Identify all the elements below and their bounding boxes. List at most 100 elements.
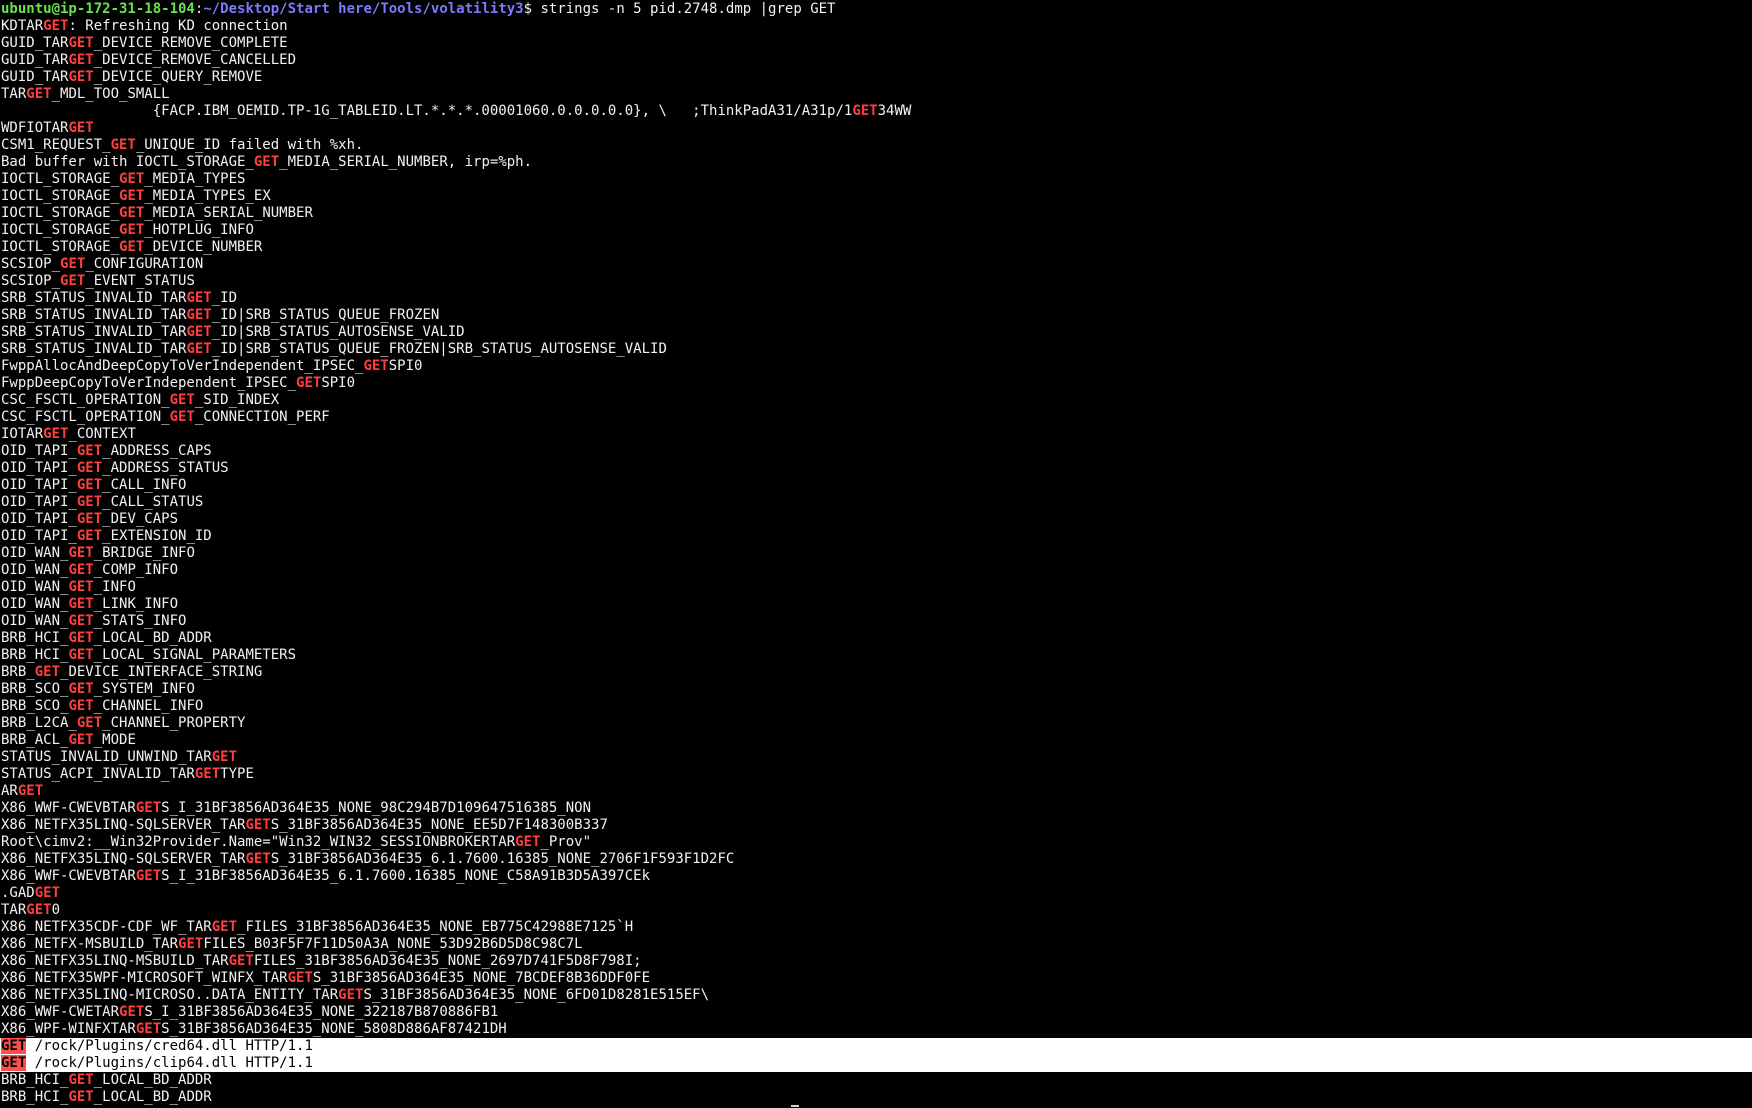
grep-match-highlight: GET xyxy=(68,698,94,714)
output-line: OID_TAPI_GET_EXTENSION_ID xyxy=(0,528,1752,545)
output-text-before-match: IOCTL_STORAGE_ xyxy=(1,188,120,204)
grep-match-highlight: GET xyxy=(178,936,204,952)
output-line: CSM1_REQUEST_GET_UNIQUE_ID failed with %… xyxy=(0,137,1752,154)
output-text-before-match: X86_NETFX-MSBUILD_TAR xyxy=(1,936,179,952)
output-text-before-match: BRB_SCO_ xyxy=(1,698,69,714)
grep-match-highlight: GET xyxy=(135,800,162,816)
output-line: FwppDeepCopyToVerIndependent_IPSEC_GETSP… xyxy=(0,375,1752,392)
output-text-before-match: TAR xyxy=(1,902,27,918)
grep-match-highlight: GET xyxy=(211,749,238,765)
output-text-after-match: _COMP_INFO xyxy=(93,562,179,578)
output-text-after-match: _FILES_31BF3856AD364E35_NONE_EB775C42988… xyxy=(237,919,634,935)
output-line: CSC_FSCTL_OPERATION_GET_SID_INDEX xyxy=(0,392,1752,409)
grep-match-highlight: GET xyxy=(68,579,94,595)
output-line: BRB_HCI_GET_LOCAL_BD_ADDR xyxy=(0,1072,1752,1089)
output-line: IOCTL_STORAGE_GET_MEDIA_TYPES_EX xyxy=(0,188,1752,205)
output-text-before-match: BRB_HCI_ xyxy=(1,1089,69,1105)
output-text-after-match: SPI0 xyxy=(321,375,356,391)
command-prompt-line: ubuntu@ip-172-31-18-104:~/Desktop/Start … xyxy=(0,1,1752,18)
output-text-after-match: _CALL_INFO xyxy=(102,477,187,493)
output-text-after-match: _CHANNEL_INFO xyxy=(93,698,204,714)
grep-match-highlight: GET xyxy=(186,341,212,357)
grep-match-highlight: GET xyxy=(60,256,86,272)
output-text-after-match: TYPE xyxy=(220,766,254,782)
output-line: KDTARGET: Refreshing KD connection xyxy=(0,18,1752,35)
grep-match-highlight: GET xyxy=(135,1021,162,1037)
grep-match-highlight: GET xyxy=(245,851,271,867)
grep-match-highlight: GET xyxy=(253,154,280,170)
output-line: OID_TAPI_GET_DEV_CAPS xyxy=(0,511,1752,528)
grep-match-highlight: GET xyxy=(228,953,254,969)
output-line: {FACP.IBM_OEMID.TP-1G_TABLEID.LT.*.*.*.0… xyxy=(0,103,1752,120)
command-output: KDTARGET: Refreshing KD connection GUID_T… xyxy=(0,18,1752,1106)
grep-match-highlight: GET xyxy=(68,120,94,136)
grep-match-highlight: GET xyxy=(17,783,44,799)
output-text-after-match: _LOCAL_BD_ADDR xyxy=(93,1072,212,1088)
grep-match-highlight: GET xyxy=(186,290,212,306)
output-text-after-match: S_31BF3856AD364E35_NONE_5808D886AF87421D… xyxy=(161,1021,507,1037)
terminal-window[interactable]: ubuntu@ip-172-31-18-104:~/Desktop/Start … xyxy=(0,1,1752,1108)
output-text-before-match: X86_WWF-CWEVBTAR xyxy=(1,868,136,884)
output-line: GUID_TARGET_DEVICE_REMOVE_COMPLETE xyxy=(0,35,1752,52)
grep-match-highlight: GET xyxy=(169,392,195,408)
output-line: CSC_FSCTL_OPERATION_GET_CONNECTION_PERF xyxy=(0,409,1752,426)
output-text-after-match: SPI0 xyxy=(388,358,423,374)
output-text-after-match: _BRIDGE_INFO xyxy=(93,545,195,561)
output-text-after-match: _HOTPLUG_INFO xyxy=(144,222,254,238)
output-text-after-match: _LOCAL_BD_ADDR xyxy=(93,1089,212,1105)
output-text-after-match: _ADDRESS_STATUS xyxy=(102,460,229,476)
output-line: BRB_SCO_GET_CHANNEL_INFO xyxy=(0,698,1752,715)
output-line: .GADGET xyxy=(0,885,1752,902)
grep-match-highlight: GET xyxy=(186,324,212,340)
output-line: OID_TAPI_GET_ADDRESS_CAPS xyxy=(0,443,1752,460)
output-line: OID_WAN_GET_BRIDGE_INFO xyxy=(0,545,1752,562)
output-text-after-match: _DEVICE_REMOVE_CANCELLED xyxy=(93,52,297,68)
output-text-before-match: FwppDeepCopyToVerIndependent_IPSEC_ xyxy=(1,375,297,391)
output-text-after-match: _ID|SRB_STATUS_AUTOSENSE_VALID xyxy=(211,324,465,340)
output-text-before-match: .GAD xyxy=(1,885,35,901)
grep-match-highlight: GET xyxy=(68,630,94,646)
output-text-before-match: AR xyxy=(1,783,18,799)
output-text-after-match: _CONFIGURATION xyxy=(85,256,204,272)
output-text-after-match: /rock/Plugins/clip64.dll HTTP/1.1 xyxy=(26,1055,313,1071)
output-text-before-match: Root\cimv2:__Win32Provider.Name="Win32_W… xyxy=(1,834,516,850)
command-text: strings -n 5 pid.2748.dmp |grep GET xyxy=(540,1,836,17)
output-line: X86_NETFX35LINQ-MICROSO..DATA_ENTITY_TAR… xyxy=(0,987,1752,1004)
output-text-after-match: S_31BF3856AD364E35_NONE_EE5D7F148300B337 xyxy=(270,817,608,833)
output-text-after-match: _MEDIA_TYPES_EX xyxy=(144,188,271,204)
output-line: GUID_TARGET_DEVICE_QUERY_REMOVE xyxy=(0,69,1752,86)
output-text-after-match: S_I_31BF3856AD364E35_6.1.7600.16385_NONE… xyxy=(161,868,651,884)
output-text-after-match: _LINK_INFO xyxy=(93,596,179,612)
output-text-after-match: _MEDIA_SERIAL_NUMBER xyxy=(144,205,313,221)
output-text-after-match: _MODE xyxy=(93,732,136,748)
grep-match-highlight: GET xyxy=(68,69,94,85)
output-text-before-match: BRB_HCI_ xyxy=(1,647,69,663)
grep-match-highlight: GET xyxy=(135,868,162,884)
output-line: SRB_STATUS_INVALID_TARGET_ID|SRB_STATUS_… xyxy=(0,324,1752,341)
grep-match-highlight: GET xyxy=(68,35,94,51)
output-text-after-match: _DEVICE_REMOVE_COMPLETE xyxy=(93,35,288,51)
output-text-after-match: _SID_INDEX xyxy=(194,392,280,408)
output-line: WDFIOTARGET xyxy=(0,120,1752,137)
output-text-before-match: SRB_STATUS_INVALID_TAR xyxy=(1,290,187,306)
output-line: OID_TAPI_GET_ADDRESS_STATUS xyxy=(0,460,1752,477)
output-text-before-match: BRB_ACL_ xyxy=(1,732,69,748)
output-line: STATUS_INVALID_UNWIND_TARGET xyxy=(0,749,1752,766)
output-text-before-match: FwppAllocAndDeepCopyToVerIndependent_IPS… xyxy=(1,358,364,374)
grep-match-highlight: GET xyxy=(186,307,212,323)
output-text-after-match: _ID|SRB_STATUS_QUEUE_FROZEN|SRB_STATUS_A… xyxy=(211,341,667,357)
grep-match-highlight: GET xyxy=(119,205,145,221)
output-text-before-match: GUID_TAR xyxy=(1,69,69,85)
output-text-after-match: _DEVICE_NUMBER xyxy=(144,239,263,255)
grep-match-highlight: GET xyxy=(119,188,145,204)
output-text-after-match: _CALL_STATUS xyxy=(102,494,204,510)
output-text-before-match: OID_TAPI_ xyxy=(1,511,77,527)
output-text-before-match: OID_TAPI_ xyxy=(1,443,77,459)
grep-match-highlight: GET xyxy=(515,834,541,850)
output-line: BRB_GET_DEVICE_INTERFACE_STRING xyxy=(0,664,1752,681)
output-text-before-match: OID_WAN_ xyxy=(1,579,69,595)
output-text-before-match: IOTAR xyxy=(1,426,44,442)
grep-match-highlight: GET xyxy=(363,358,389,374)
output-line: GUID_TARGET_DEVICE_REMOVE_CANCELLED xyxy=(0,52,1752,69)
output-text-before-match: OID_WAN_ xyxy=(1,613,69,629)
